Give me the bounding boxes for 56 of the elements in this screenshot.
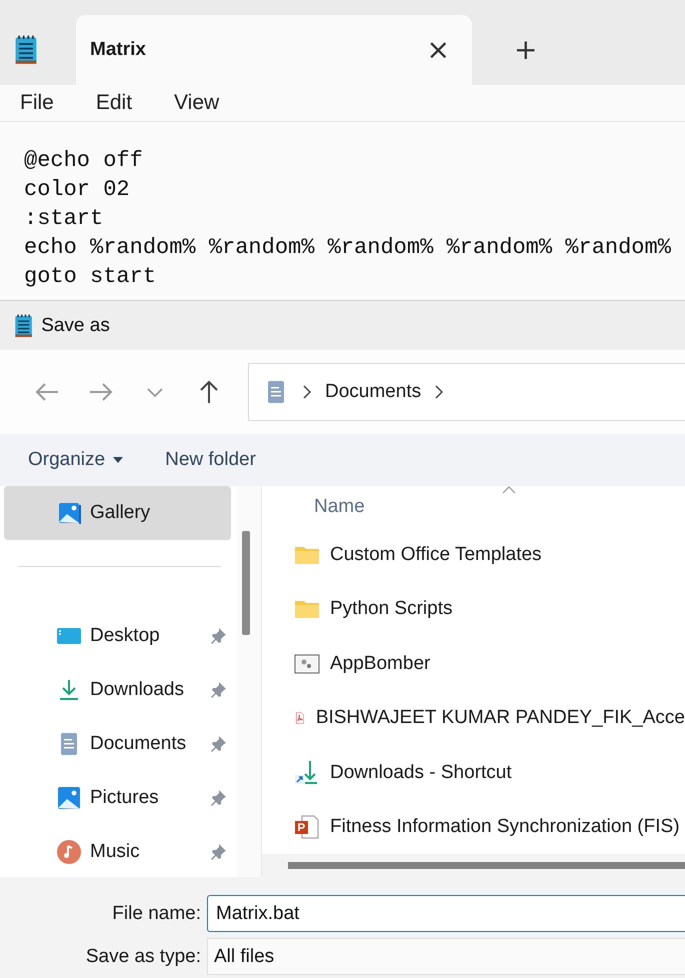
scrollbar-thumb[interactable] [288,862,685,870]
pin-icon [209,681,228,699]
column-header[interactable]: Name [314,496,365,518]
sidebar-item[interactable]: Gallery [4,486,232,540]
chevron-icon [435,385,444,399]
address-bar[interactable]: Documents [248,363,685,421]
code-line: echo %random% %random% %random% %random% %random% [24,234,672,262]
menu-item[interactable]: View [162,91,232,115]
menu-item[interactable]: File [8,91,66,115]
file-row[interactable]: AppBomber [262,636,685,691]
file-type-dropdown[interactable]: All files [207,938,685,975]
code-line: goto start [24,263,158,291]
notepad-icon [14,314,34,338]
organize-button[interactable]: Organize [22,443,130,477]
pin-icon [209,627,228,645]
pin-icon [209,735,228,753]
new-folder-button[interactable]: New folder [159,443,262,477]
gallery-icon [56,500,82,526]
file-row[interactable]: Python Scripts [262,582,685,637]
text-editor[interactable]: @echo off color 02 :start echo %random% %random% %random% %random% %random% goto start [0,122,685,300]
new-tab-button[interactable]: + [508,36,544,64]
file-row[interactable]: Custom Office Templates [262,528,685,582]
field-label: File name: [111,902,202,924]
code-line: color 02 [24,176,131,204]
tab-title: Matrix [90,39,146,61]
field-label: Save as type: [84,946,202,968]
sidebar-item[interactable]: Documents [4,717,232,771]
file-name-field[interactable]: Matrix.bat [207,895,685,932]
up-arrow-icon [198,379,220,405]
code-line: @echo off [24,147,144,175]
file-row[interactable]: Downloads - Shortcut [262,745,685,800]
dropdown-caret-icon [113,457,124,463]
close-tab-button[interactable]: × [420,36,456,64]
presentation-icon [294,814,320,840]
sidebar-item[interactable]: Desktop [4,609,232,663]
picture-icon [56,785,82,811]
chevron-down-icon [146,386,164,398]
left-arrow-icon [34,381,60,403]
pin-icon [209,843,228,861]
document-tab[interactable]: Matrix × [76,15,472,85]
sidebar-item[interactable]: Music [4,825,232,877]
file-row[interactable]: Fitness Information Synchronization (FIS) [262,800,685,854]
chevron-icon [303,385,311,399]
file-row[interactable]: BISHWAJEET KUMAR PANDEY_FIK_Acce [262,690,685,746]
right-arrow-icon [88,381,114,403]
notepad-icon [14,35,38,65]
dialog-title: Save as [41,314,110,336]
breadcrumb-item[interactable]: Documents [325,381,422,403]
sidebar-item[interactable]: Downloads [4,663,232,717]
scrollbar-thumb[interactable] [242,531,250,635]
sidebar-item[interactable]: Pictures [4,771,232,825]
code-line: :start [24,205,104,233]
pin-icon [209,789,228,807]
download-shortcut-icon [294,760,320,786]
menu-item[interactable]: Edit [84,91,144,115]
music-icon [56,839,82,865]
